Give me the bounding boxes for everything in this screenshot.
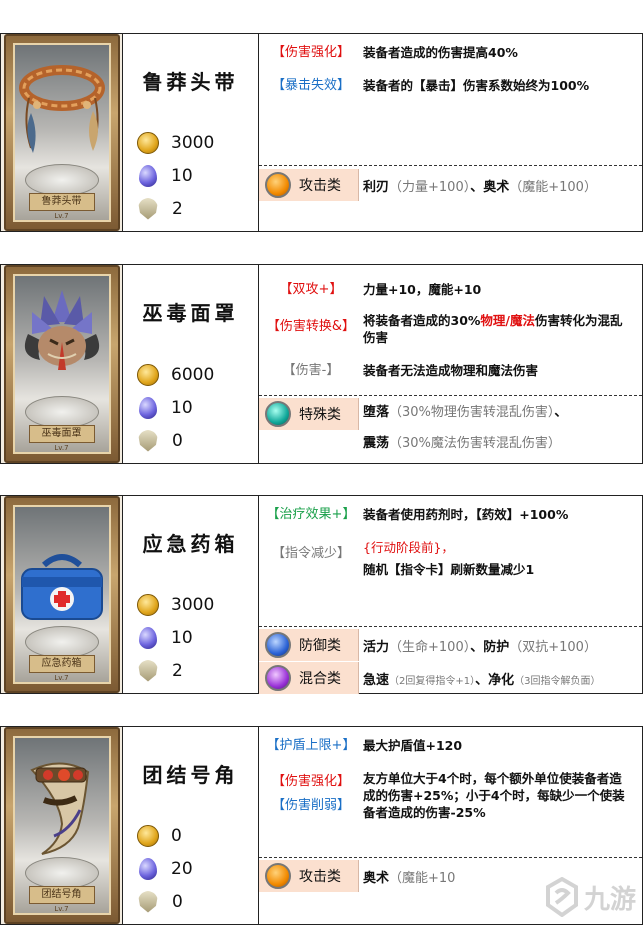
effect-text: 友方单位大于4个时，每个额外单位使装备者造成的伤害+25%；小于4个时，每缺少一… (363, 771, 625, 820)
item-name: 鲁莽头带 (142, 69, 239, 94)
teal-orb-icon (265, 401, 291, 427)
item-block-4: 团结号角 Lv.7 团结号角 0 20 0 【护盾上限+】 最大护盾值+120 【… (0, 726, 643, 925)
effect-text: 装备者使用药剂时，【药效】+100% (363, 507, 569, 522)
effect-tag: 【伤害转换&】 (266, 319, 356, 334)
effect-tag: 【暴击失效】 (271, 78, 350, 93)
effect-tag: 【伤害强化】 (271, 45, 350, 60)
item-block-2: 巫毒面罩 Lv.7 巫毒面罩 6000 10 0 【双攻+】 力量+10，魔能+1… (0, 264, 643, 464)
medkit-icon (20, 554, 103, 620)
voodoo-mask-icon (24, 290, 99, 370)
shield-icon (138, 197, 158, 220)
effect-tag: 【伤害-】 (282, 363, 340, 378)
class-effects: 堕落（30%物理伤害转混乱伤害）、 震荡（30%魔法伤害转混乱伤害） (363, 405, 568, 451)
card-label: 鲁莽头带 (28, 193, 95, 211)
gold-cost: 0 (171, 825, 182, 846)
gold-cost: 3000 (171, 594, 215, 615)
effect-tag: 【伤害强化】 (271, 774, 350, 789)
effect-text: 最大护盾值+120 (363, 738, 463, 753)
gold-cost: 3000 (171, 132, 215, 153)
gem-cost: 20 (171, 858, 193, 879)
effect-tag: 【双攻+】 (279, 282, 343, 297)
coin-icon (137, 593, 159, 616)
class-effects: 活力（生命+100）、防护（双抗+100） (363, 639, 597, 655)
gem-icon (139, 396, 157, 419)
gem-icon (139, 857, 157, 880)
item-name: 团结号角 (142, 762, 239, 787)
effect-text: {行动阶段前}， 随机【指令卡】刷新数量减少1 (363, 540, 535, 577)
class-effects: 利刃（力量+100）、奥术（魔能+100） (363, 179, 597, 195)
item-card-1: 鲁莽头带 Lv.7 (1, 34, 123, 231)
item-block-1: 鲁莽头带 Lv.7 鲁莽头带 3000 10 2 【伤害强化】 装备者造成的伤害提… (0, 33, 643, 232)
class-box: 防御类 (259, 629, 359, 661)
effect-tag: 【治疗效果+】 (266, 507, 356, 522)
orange-orb-icon (265, 863, 291, 889)
item-card-2: 巫毒面罩 Lv.7 (1, 265, 123, 463)
horn-icon (29, 762, 89, 855)
class-name: 混合类 (299, 671, 341, 687)
blue-orb-icon (265, 632, 291, 658)
gem-cost: 10 (171, 165, 193, 186)
class-name: 攻击类 (299, 178, 341, 194)
item-name: 应急药箱 (142, 531, 239, 556)
effect-text: 装备者无法造成物理和魔法伤害 (363, 363, 539, 378)
shield-icon (138, 890, 158, 913)
coin-icon (137, 363, 159, 386)
class-name: 特殊类 (299, 407, 341, 423)
class-box: 特殊类 (259, 398, 359, 430)
item-card-3: 应急药箱 Lv.7 (1, 496, 123, 693)
watermark-logo-icon (545, 877, 578, 917)
purple-orb-icon (265, 665, 291, 691)
class-effects: 奥术（魔能+10 (363, 870, 456, 886)
gem-cost: 10 (171, 397, 193, 418)
effect-tag: 【指令减少】 (271, 546, 350, 561)
class-name: 防御类 (299, 638, 341, 654)
coin-icon (137, 824, 159, 847)
card-level: Lv.7 (54, 905, 69, 913)
effect-tag-2: 【伤害削弱】 (271, 798, 350, 813)
card-level: Lv.7 (54, 674, 69, 682)
card-level: Lv.7 (54, 444, 69, 452)
item-name: 巫毒面罩 (142, 301, 239, 325)
item-block-3: 应急药箱 Lv.7 应急药箱 3000 10 2 【治疗效果+】 装备者使用药剂时… (0, 495, 643, 694)
effect-text: 装备者的【暴击】伤害系数始终为100% (363, 78, 590, 93)
coin-icon (137, 131, 159, 154)
shield-cost: 2 (172, 660, 183, 681)
shield-icon (138, 659, 158, 682)
effect-text: 力量+10，魔能+10 (363, 282, 482, 297)
orange-orb-icon (265, 172, 291, 198)
class-box: 攻击类 (259, 169, 359, 201)
class-effects: 急速（2回复得指令+1）、净化（3回指令解负面） (363, 672, 601, 688)
card-label: 巫毒面罩 (28, 425, 95, 443)
shield-cost: 2 (172, 198, 183, 219)
class-box: 攻击类 (259, 860, 359, 892)
effect-text: 将装备者造成的30%物理/魔法伤害转化为混乱伤害 (363, 313, 623, 345)
class-box: 混合类 (259, 662, 359, 694)
gem-cost: 10 (171, 627, 193, 648)
shield-cost: 0 (172, 430, 183, 451)
headband-icon (18, 65, 105, 153)
card-level: Lv.7 (54, 212, 69, 220)
effect-text: 装备者造成的伤害提高40% (363, 45, 518, 60)
class-name: 攻击类 (299, 869, 341, 885)
watermark: 九游 (532, 874, 636, 920)
effect-tag: 【护盾上限+】 (266, 738, 356, 753)
gem-icon (139, 626, 157, 649)
card-label: 应急药箱 (28, 655, 95, 673)
item-card-4: 团结号角 Lv.7 (1, 727, 123, 924)
shield-icon (138, 429, 158, 452)
gem-icon (139, 164, 157, 187)
card-label: 团结号角 (28, 886, 95, 904)
gold-cost: 6000 (171, 364, 215, 385)
shield-cost: 0 (172, 891, 183, 912)
